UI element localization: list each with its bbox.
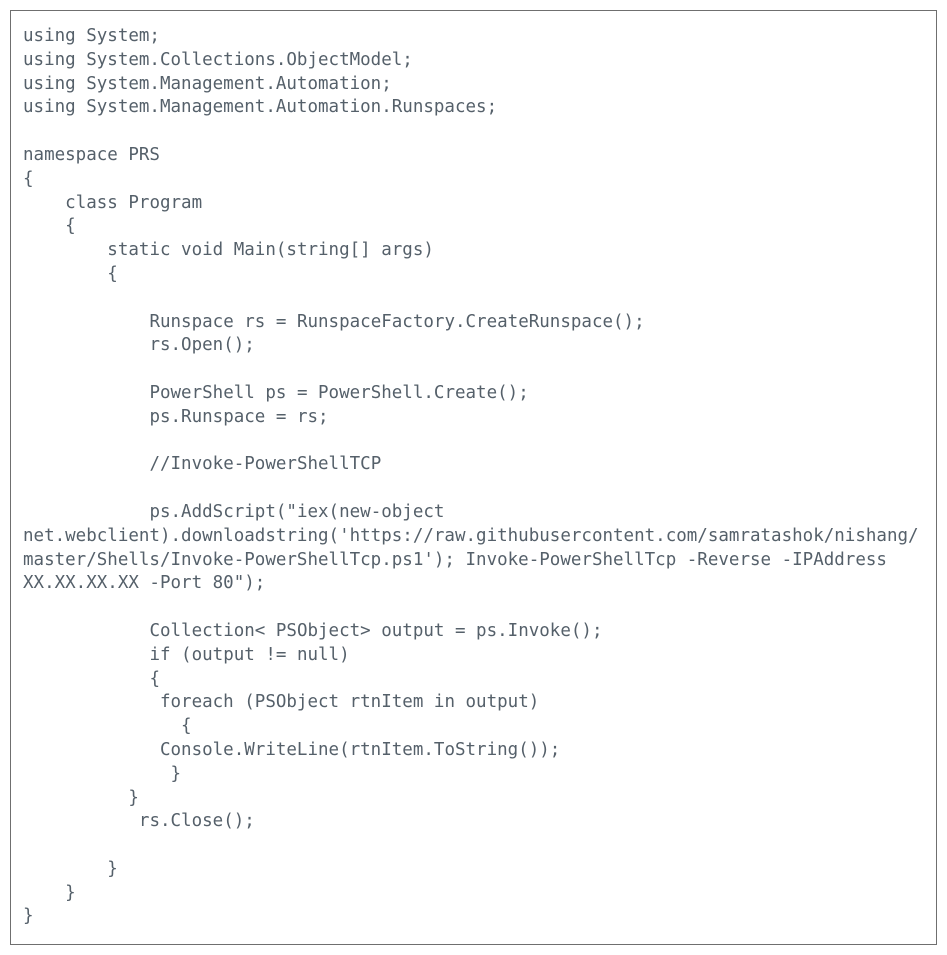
code-box: using System; using System.Collections.O… — [10, 10, 937, 945]
page-frame: using System; using System.Collections.O… — [0, 0, 947, 955]
code-block: using System; using System.Collections.O… — [23, 25, 924, 929]
